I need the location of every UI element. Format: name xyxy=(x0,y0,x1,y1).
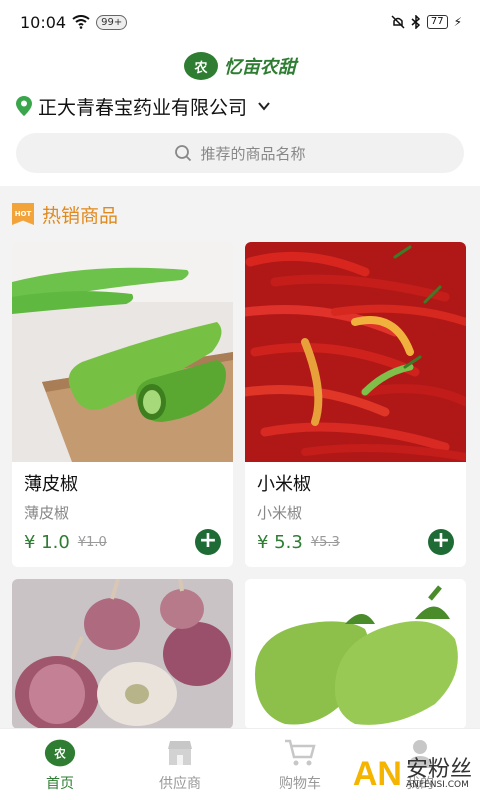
search-placeholder: 推荐的商品名称 xyxy=(200,144,306,163)
logo-mark: 农 xyxy=(184,52,218,80)
home-icon: 农 xyxy=(44,737,76,769)
wifi-icon xyxy=(72,15,90,29)
cart-icon xyxy=(284,737,316,769)
status-bar: 10:04 99+ 77 ⚡ xyxy=(0,0,480,44)
product-name: 薄皮椒 xyxy=(24,474,78,495)
store-icon xyxy=(164,737,196,769)
product-grid: 薄皮椒 薄皮椒 ¥ 1.0 ¥1.0 + 小米椒 小米椒 ¥ 5.3 ¥5.3 … xyxy=(0,242,480,728)
product-card[interactable]: 薄皮椒 薄皮椒 ¥ 1.0 ¥1.0 + xyxy=(12,242,233,567)
nav-profile[interactable]: 我的 xyxy=(360,729,480,800)
main-content[interactable]: HOT 热销商品 薄皮椒 薄皮椒 ¥ 1.0 ¥1.0 + 小米椒 小米椒 ¥ … xyxy=(0,186,480,728)
product-card[interactable]: 小米椒 小米椒 ¥ 5.3 ¥5.3 + xyxy=(245,242,466,567)
status-time: 10:04 xyxy=(20,12,67,32)
nav-supplier-label: 供应商 xyxy=(159,775,201,792)
product-subtitle: 薄皮椒 xyxy=(24,504,70,522)
product-image xyxy=(245,242,466,462)
logo-text: 忆亩农甜 xyxy=(224,57,296,78)
location-selector[interactable]: 正大青春宝药业有限公司 xyxy=(16,92,271,120)
product-image xyxy=(12,242,233,462)
hot-icon: HOT xyxy=(12,203,34,225)
app-logo: 农 忆亩农甜 xyxy=(0,48,480,84)
product-price: ¥ 1.0 xyxy=(24,531,70,553)
nav-profile-label: 我的 xyxy=(406,775,434,792)
product-original-price: ¥1.0 xyxy=(77,534,107,550)
notification-badge: 99+ xyxy=(96,14,128,30)
product-price: ¥ 5.3 xyxy=(257,531,303,553)
product-original-price: ¥5.3 xyxy=(310,534,340,550)
battery-indicator: 77 xyxy=(426,15,448,29)
product-image xyxy=(245,579,466,728)
charging-icon: ⚡ xyxy=(453,15,462,29)
search-icon xyxy=(175,145,192,162)
user-icon xyxy=(404,737,436,769)
location-name: 正大青春宝药业有限公司 xyxy=(38,96,248,119)
nav-home[interactable]: 农 首页 xyxy=(0,729,120,800)
product-card[interactable] xyxy=(12,579,233,728)
section-header: HOT 热销商品 xyxy=(0,186,480,242)
location-pin-icon xyxy=(16,96,32,116)
product-subtitle: 小米椒 xyxy=(257,504,303,522)
nav-supplier[interactable]: 供应商 xyxy=(120,729,240,800)
add-to-cart-button[interactable]: + xyxy=(195,529,221,555)
product-card[interactable] xyxy=(245,579,466,728)
svg-text:农: 农 xyxy=(53,746,66,760)
nav-cart[interactable]: 购物车 xyxy=(240,729,360,800)
nav-cart-label: 购物车 xyxy=(279,775,321,792)
bottom-nav: 农 首页 供应商 购物车 我的 xyxy=(0,728,480,800)
product-name: 小米椒 xyxy=(257,474,311,495)
product-image xyxy=(12,579,233,728)
mute-icon xyxy=(391,15,405,29)
section-title: 热销商品 xyxy=(42,204,119,227)
bluetooth-icon xyxy=(411,15,420,29)
search-input[interactable]: 推荐的商品名称 xyxy=(16,133,464,173)
add-to-cart-button[interactable]: + xyxy=(428,529,454,555)
chevron-down-icon xyxy=(258,102,270,111)
nav-home-label: 首页 xyxy=(46,775,74,792)
